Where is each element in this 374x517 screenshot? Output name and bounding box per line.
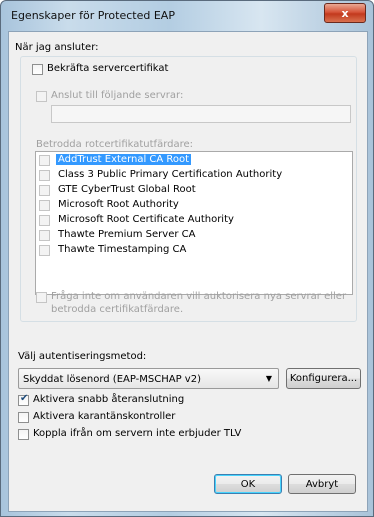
connect-servers-label: Anslut till följande servrar:: [51, 90, 184, 101]
title-bar[interactable]: Egenskaper för Protected EAP x: [1, 1, 373, 31]
verify-cert-checkbox[interactable]: [32, 64, 43, 75]
auth-method-dropdown[interactable]: Skyddat lösenord (EAP-MSCHAP v2) ▼: [18, 368, 279, 389]
cancel-button[interactable]: Avbryt: [288, 474, 356, 494]
ok-button[interactable]: OK: [214, 474, 282, 494]
fast-reconnect-checkbox[interactable]: ✔: [18, 393, 29, 406]
ca-label: Class 3 Public Primary Certification Aut…: [58, 169, 283, 180]
connect-servers-checkbox: [36, 91, 47, 102]
ca-label: Thawte Premium Server CA: [58, 229, 196, 240]
close-button[interactable]: x: [324, 3, 366, 23]
chevron-down-icon: ▼: [265, 374, 272, 383]
verify-cert-label[interactable]: Bekräfta servercertifikat: [47, 63, 168, 74]
ca-label: AddTrust External CA Root: [56, 154, 192, 165]
servers-input: [51, 105, 351, 123]
auth-method-value: Skyddat lösenord (EAP-MSCHAP v2): [23, 374, 201, 385]
ca-checkbox[interactable]: [39, 230, 50, 241]
ca-label: Thawte Timestamping CA: [58, 244, 187, 255]
dialog-window: Egenskaper för Protected EAP x När jag a…: [0, 0, 374, 517]
disconnect-tlv-label[interactable]: Koppla ifrån om servern inte erbjuder TL…: [33, 428, 241, 439]
trusted-ca-label: Betrodda rotcertifikatutfärdare:: [36, 139, 194, 150]
ca-checkbox[interactable]: [39, 185, 50, 196]
dont-prompt-label-line1: Fråga inte om användaren vill auktoriser…: [51, 291, 347, 302]
auth-method-label: Välj autentiseringsmetod:: [18, 351, 147, 362]
quarantine-label[interactable]: Aktivera karantänskontroller: [33, 411, 175, 422]
ok-button-label: OK: [240, 478, 256, 490]
ca-checkbox[interactable]: [39, 215, 50, 226]
ca-label: GTE CyberTrust Global Root: [58, 184, 196, 195]
dont-prompt-checkbox: [36, 292, 47, 303]
connect-heading: När jag ansluter:: [15, 42, 99, 53]
trusted-ca-list[interactable]: AddTrust External CA Root Class 3 Public…: [35, 151, 353, 295]
ca-label: Microsoft Root Certificate Authority: [58, 214, 234, 225]
fast-reconnect-label[interactable]: Aktivera snabb återanslutning: [33, 394, 184, 405]
dont-prompt-label-line2: betrodda certifikatfärdare.: [51, 304, 184, 315]
ca-checkbox[interactable]: [39, 155, 50, 166]
cancel-button-label: Avbryt: [305, 478, 339, 490]
close-icon: x: [341, 6, 349, 20]
ca-checkbox[interactable]: [39, 200, 50, 211]
ca-checkbox[interactable]: [39, 245, 50, 256]
dialog-client-area: När jag ansluter: Bekräfta servercertifi…: [8, 31, 368, 512]
ca-checkbox[interactable]: [39, 170, 50, 181]
configure-button-label: Konfigurera...: [289, 373, 358, 384]
disconnect-tlv-checkbox[interactable]: [18, 429, 29, 440]
ca-label: Microsoft Root Authority: [58, 199, 179, 210]
window-title: Egenskaper för Protected EAP: [11, 9, 175, 22]
quarantine-checkbox[interactable]: [18, 412, 29, 423]
checkmark-icon: ✔: [20, 393, 29, 404]
configure-button[interactable]: Konfigurera...: [286, 368, 361, 389]
